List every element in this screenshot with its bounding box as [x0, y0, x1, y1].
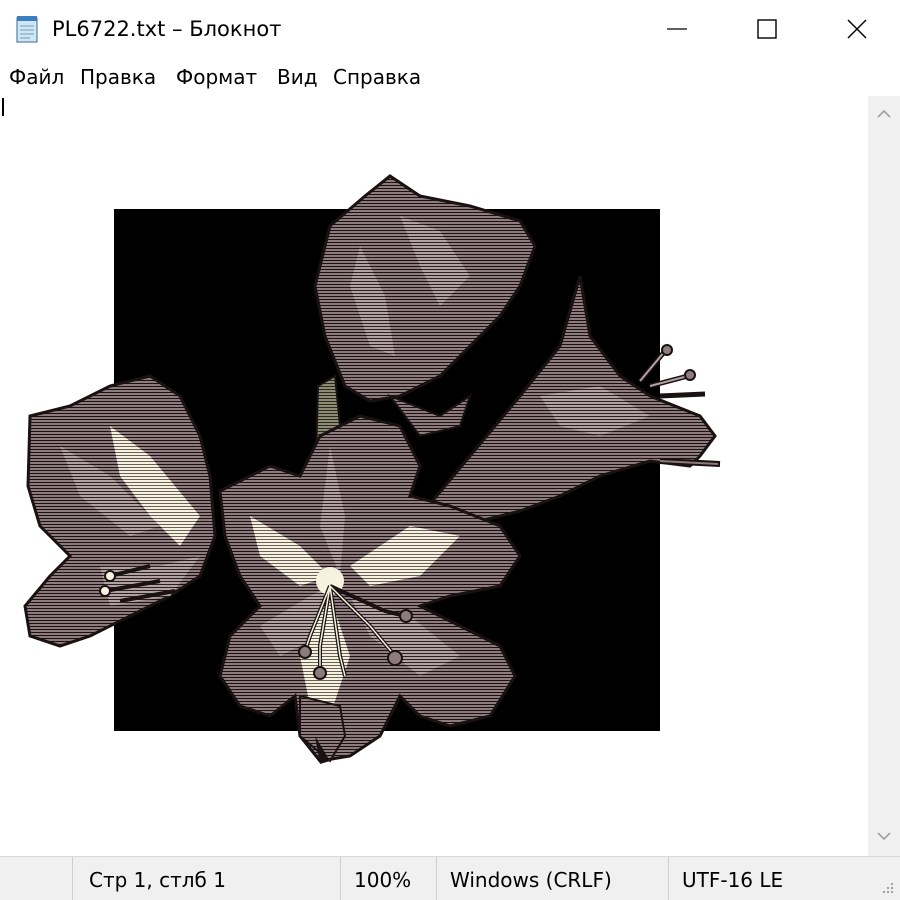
resize-grip-icon[interactable] — [878, 880, 896, 898]
status-separator — [340, 857, 341, 900]
menu-bar: Файл Правка Формат Вид Справка — [0, 58, 900, 97]
maximize-button[interactable] — [722, 0, 812, 58]
scroll-up-arrow-icon[interactable] — [876, 106, 892, 122]
notepad-window: PL6722.txt – Блокнот Файл Правка Формат … — [0, 0, 900, 900]
menu-edit[interactable]: Правка — [80, 64, 156, 90]
maximize-icon — [757, 19, 777, 39]
scroll-down-arrow-icon[interactable] — [876, 828, 892, 844]
status-line-endings: Windows (CRLF) — [450, 868, 612, 892]
window-title: PL6722.txt – Блокнот — [52, 17, 282, 41]
status-separator — [72, 857, 73, 900]
status-encoding: UTF-16 LE — [682, 868, 784, 892]
flower-ascii-art-icon — [23, 174, 721, 764]
status-separator — [436, 857, 437, 900]
close-button[interactable] — [812, 0, 900, 58]
status-zoom: 100% — [354, 868, 412, 892]
notepad-icon — [14, 14, 42, 44]
minimize-button[interactable] — [632, 0, 722, 58]
status-cursor-position: Стр 1, стлб 1 — [89, 868, 226, 892]
menu-format[interactable]: Формат — [176, 64, 257, 90]
vertical-scrollbar[interactable] — [868, 96, 900, 856]
menu-file[interactable]: Файл — [9, 64, 64, 90]
menu-view[interactable]: Вид — [277, 64, 318, 90]
menu-help[interactable]: Справка — [333, 64, 421, 90]
text-editor-area[interactable] — [0, 96, 868, 856]
status-bar: Стр 1, стлб 1 100% Windows (CRLF) UTF-16… — [0, 856, 900, 900]
title-bar[interactable]: PL6722.txt – Блокнот — [0, 0, 900, 58]
status-separator — [668, 857, 669, 900]
close-icon — [847, 19, 867, 39]
minimize-icon — [667, 28, 687, 30]
